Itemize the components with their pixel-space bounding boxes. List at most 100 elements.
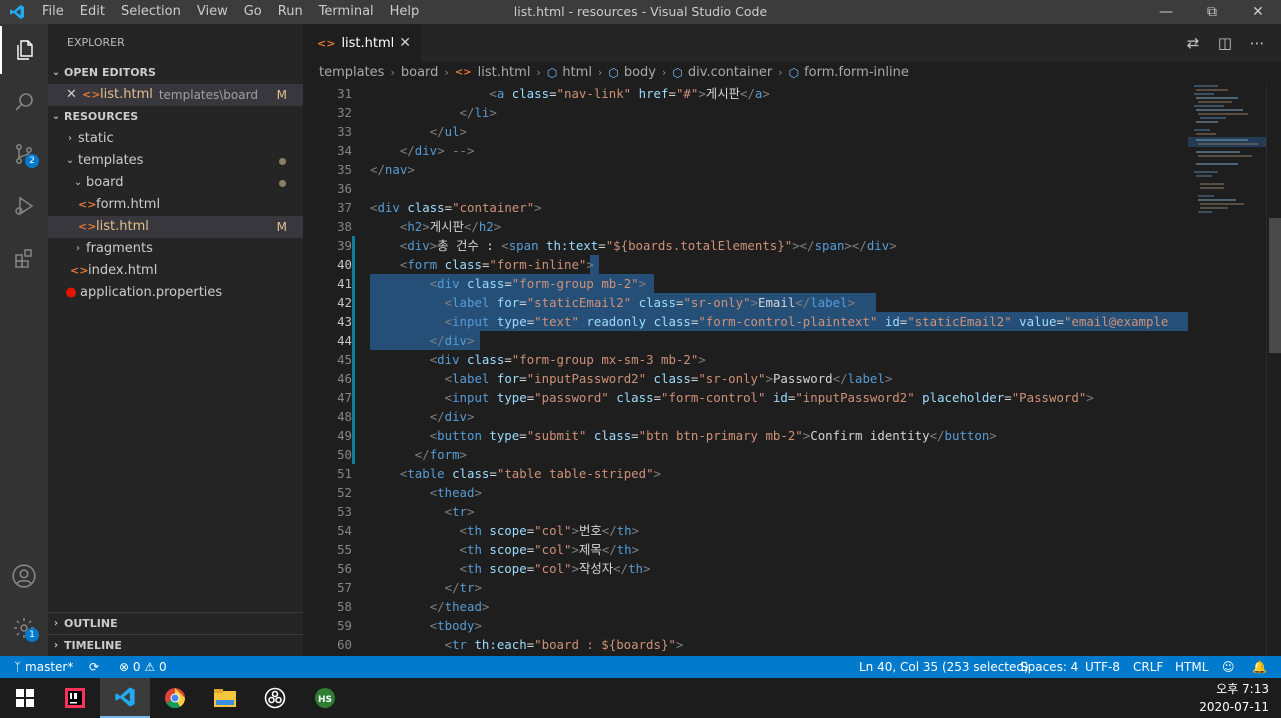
line-number: 36 bbox=[337, 181, 352, 196]
tree-item-form-html[interactable]: <> form.html bbox=[48, 194, 303, 216]
code-line: <div>총 건수 : <span th:text="${boards.tota… bbox=[399, 238, 897, 253]
chevron-down-icon: ⌄ bbox=[51, 67, 61, 78]
vscode-taskbar-icon[interactable] bbox=[100, 678, 150, 718]
code-line: <table class="table table-striped"> bbox=[399, 466, 661, 481]
menu-run[interactable]: Run bbox=[270, 0, 311, 24]
editor-area: <> list.html ✕ ⇄ ◫ ⋯ templates › board › <… bbox=[303, 24, 1281, 656]
tree-item-application-properties[interactable]: ● application.properties bbox=[48, 282, 303, 304]
code-line: <button type="submit" class="btn btn-pri… bbox=[429, 428, 997, 443]
line-number: 56 bbox=[337, 561, 352, 576]
search-icon[interactable] bbox=[0, 78, 48, 126]
line-number: 44 bbox=[337, 333, 352, 348]
close-window-button[interactable]: ✕ bbox=[1235, 0, 1281, 24]
more-actions-icon[interactable]: ⋯ bbox=[1241, 34, 1273, 52]
open-editors-header[interactable]: ⌄ OPEN EDITORS bbox=[48, 62, 303, 84]
line-number: 31 bbox=[337, 86, 352, 101]
problems-indicator[interactable]: ⊗ 0 ⚠ 0 bbox=[119, 656, 167, 678]
encoding[interactable]: UTF-8 bbox=[1085, 656, 1120, 678]
windows-start-icon[interactable] bbox=[0, 678, 50, 718]
indentation[interactable]: Spaces: 4 bbox=[1020, 656, 1078, 678]
tree-item-list-html[interactable]: <> list.html M bbox=[48, 216, 303, 238]
source-control-icon[interactable]: 2 bbox=[0, 130, 48, 178]
line-number: 50 bbox=[337, 447, 352, 462]
code-line: </tr> bbox=[444, 580, 482, 595]
line-number: 60 bbox=[337, 637, 352, 652]
minimap[interactable] bbox=[1188, 84, 1266, 656]
account-icon[interactable] bbox=[0, 552, 48, 600]
breadcrumb-div-container[interactable]: div.container bbox=[688, 62, 772, 84]
line-number: 37 bbox=[337, 200, 352, 215]
settings-gear-icon[interactable]: 1 bbox=[0, 604, 48, 652]
cursor-position[interactable]: Ln 40, Col 35 (253 selected) bbox=[859, 656, 1029, 678]
close-icon[interactable]: ✕ bbox=[66, 84, 82, 106]
tree-item-board[interactable]: ⌄ board bbox=[48, 172, 303, 194]
code-line: </div> --> bbox=[399, 143, 475, 158]
explorer-icon[interactable] bbox=[0, 26, 48, 74]
chevron-down-icon: ⌄ bbox=[73, 177, 83, 188]
breadcrumb-board[interactable]: board bbox=[401, 62, 439, 84]
branch-indicator[interactable]: ᛉ master* bbox=[14, 656, 73, 678]
sync-icon[interactable]: ⟳ bbox=[89, 656, 99, 678]
breadcrumb-form[interactable]: form.form-inline bbox=[804, 62, 909, 84]
scrollbar-thumb[interactable] bbox=[1269, 218, 1281, 353]
notifications-bell-icon[interactable]: 🔔 bbox=[1252, 656, 1267, 678]
menu-bar: File Edit Selection View Go Run Terminal… bbox=[34, 0, 427, 24]
vscode-logo-icon bbox=[0, 0, 34, 24]
restore-button[interactable]: ⧉ bbox=[1189, 0, 1235, 24]
vertical-scrollbar[interactable] bbox=[1266, 84, 1281, 656]
code-line: </thead> bbox=[429, 599, 490, 614]
tree-item-templates[interactable]: ⌄ templates bbox=[48, 150, 303, 172]
code-line: <th scope="col">번호</th> bbox=[459, 523, 640, 538]
menu-selection[interactable]: Selection bbox=[113, 0, 189, 24]
tree-item-fragments[interactable]: › fragments bbox=[48, 238, 303, 260]
html-file-icon: <> bbox=[317, 36, 336, 50]
obs-icon[interactable] bbox=[250, 678, 300, 718]
outline-section[interactable]: › OUTLINE bbox=[48, 612, 303, 635]
code-line: </div> bbox=[429, 409, 475, 424]
hs-app-icon[interactable]: HS bbox=[300, 678, 350, 718]
language-mode[interactable]: HTML bbox=[1175, 656, 1208, 678]
menu-edit[interactable]: Edit bbox=[72, 0, 113, 24]
extensions-icon[interactable] bbox=[0, 234, 48, 282]
line-number: 32 bbox=[337, 105, 352, 120]
status-bar: ᛉ master* ⟳ ⊗ 0 ⚠ 0 Ln 40, Col 35 (253 s… bbox=[0, 656, 1281, 678]
breadcrumb-templates[interactable]: templates bbox=[319, 62, 384, 84]
resources-header[interactable]: ⌄ RESOURCES bbox=[48, 106, 303, 128]
line-number: 35 bbox=[337, 162, 352, 177]
tab-list-html[interactable]: <> list.html ✕ bbox=[303, 24, 421, 62]
intellij-icon[interactable] bbox=[50, 678, 100, 718]
chrome-icon[interactable] bbox=[150, 678, 200, 718]
minimize-button[interactable]: — bbox=[1143, 0, 1189, 24]
close-tab-icon[interactable]: ✕ bbox=[399, 35, 411, 51]
code-line: <th scope="col">제목</th> bbox=[459, 542, 640, 557]
menu-file[interactable]: File bbox=[34, 0, 72, 24]
line-number: 41 bbox=[337, 276, 352, 291]
code-editor[interactable]: 31 <a class="nav-link" href="#">게시판</a> … bbox=[303, 84, 1188, 656]
compare-changes-icon[interactable]: ⇄ bbox=[1177, 34, 1209, 52]
line-ending[interactable]: CRLF bbox=[1133, 656, 1163, 678]
run-debug-icon[interactable] bbox=[0, 182, 48, 230]
menu-go[interactable]: Go bbox=[236, 0, 270, 24]
system-clock[interactable]: 오후 7:13 2020-07-11 bbox=[1199, 680, 1269, 716]
tree-item-index-html[interactable]: <> index.html bbox=[48, 260, 303, 282]
menu-help[interactable]: Help bbox=[382, 0, 428, 24]
chevron-right-icon: › bbox=[662, 66, 667, 79]
open-editor-item[interactable]: ✕ <> list.html templates\board M bbox=[48, 84, 303, 106]
menu-terminal[interactable]: Terminal bbox=[311, 0, 382, 24]
split-editor-icon[interactable]: ◫ bbox=[1209, 34, 1241, 52]
breadcrumb-body[interactable]: body bbox=[624, 62, 656, 84]
breadcrumb-html[interactable]: html bbox=[562, 62, 592, 84]
file-explorer-icon[interactable] bbox=[200, 678, 250, 718]
explorer-sidebar: EXPLORER ⌄ OPEN EDITORS ✕ <> list.html te… bbox=[48, 24, 303, 656]
menu-view[interactable]: View bbox=[189, 0, 236, 24]
html-file-icon: <> bbox=[70, 264, 89, 277]
timeline-section[interactable]: › TIMELINE bbox=[48, 634, 303, 657]
code-line: <div class="container"> bbox=[370, 200, 542, 215]
feedback-icon[interactable]: ☺ bbox=[1222, 656, 1235, 678]
line-number: 34 bbox=[337, 143, 352, 158]
line-number: 49 bbox=[337, 428, 352, 443]
chevron-right-icon: › bbox=[597, 66, 603, 79]
breadcrumb-file[interactable]: list.html bbox=[478, 62, 531, 84]
chevron-right-icon: › bbox=[76, 243, 80, 254]
tree-item-static[interactable]: › static bbox=[48, 128, 303, 150]
